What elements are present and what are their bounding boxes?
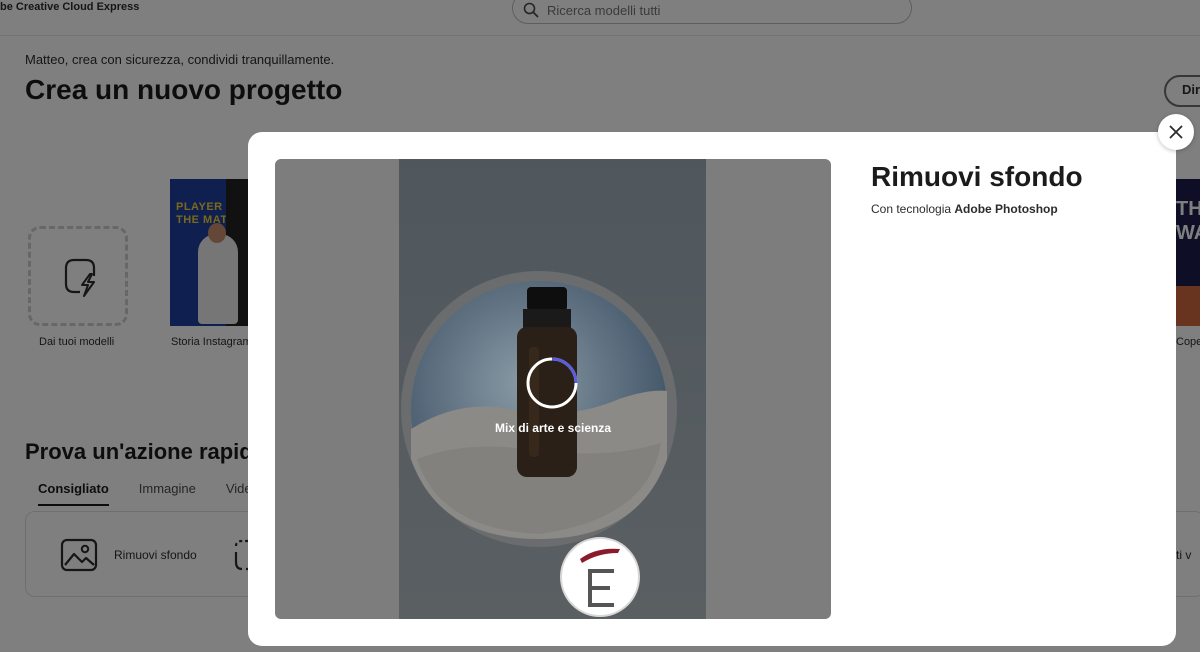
- dialog-subtitle: Con tecnologia Adobe Photoshop: [871, 202, 1058, 216]
- close-icon: [1169, 125, 1183, 139]
- image-preview: Mix di arte e scienza: [275, 159, 831, 619]
- subtitle-brand: Adobe Photoshop: [954, 202, 1058, 216]
- dialog-title: Rimuovi sfondo: [871, 161, 1083, 192]
- brand-logo-badge: [560, 537, 640, 617]
- close-button[interactable]: [1158, 114, 1194, 150]
- subtitle-prefix: Con tecnologia: [871, 202, 955, 216]
- loading-text: Mix di arte e scienza: [494, 421, 612, 435]
- loading-spinner: [526, 357, 578, 409]
